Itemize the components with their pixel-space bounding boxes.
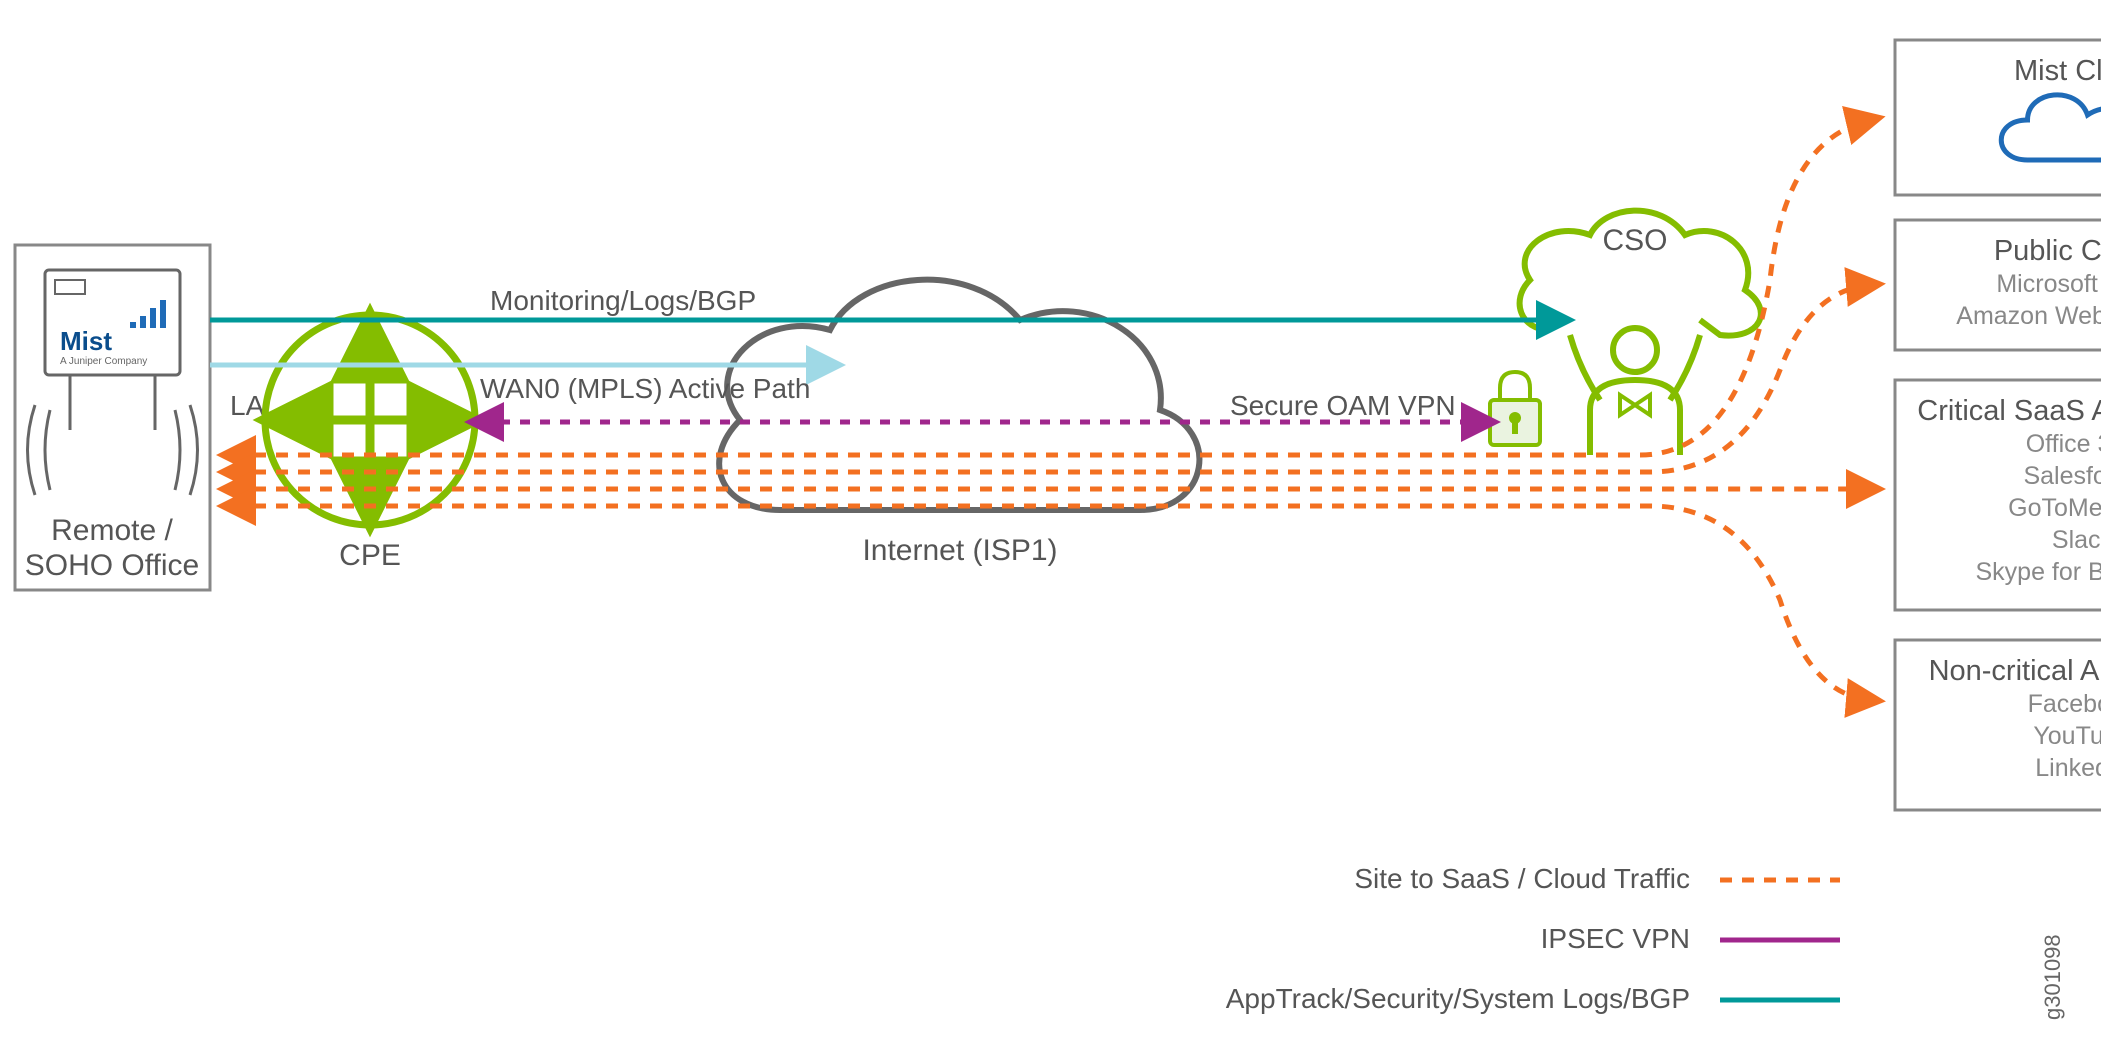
image-id: g301098 (2040, 934, 2065, 1020)
right-box-title-3: Non-critical Applications (1929, 655, 2101, 687)
remote-office-label-1: Remote / (51, 514, 173, 547)
legend-label-0: Site to SaaS / Cloud Traffic (1354, 863, 1690, 894)
right-box-3: Non-critical Applications Facebook YouTube… (1895, 640, 2101, 810)
cso-icon: CSO (1520, 211, 1761, 455)
cpe-label: CPE (339, 539, 401, 572)
right-box-title-1: Public Clouds (1994, 235, 2101, 267)
right-box-1-sub-1: Amazon Web Services (1956, 302, 2101, 330)
right-box-3-sub-2: LinkedIn (2035, 754, 2101, 782)
right-box-2-sub-3: Slack (2052, 526, 2101, 554)
right-box-1-sub-0: Microsoft Azure (1996, 270, 2101, 298)
lock-icon (1490, 372, 1540, 445)
cloud-icon (2001, 95, 2101, 160)
right-box-0: Mist Cloud (1895, 40, 2101, 195)
legend-row-1: IPSEC VPN (1541, 923, 1840, 954)
right-box-1: Public Clouds Microsoft Azure Amazon Web S… (1895, 220, 2101, 350)
right-box-2-sub-2: GoToMeeting (2008, 494, 2101, 522)
right-box-2-sub-1: Salesforce (2023, 462, 2101, 490)
right-box-title-2: Critical SaaS Applications (1917, 395, 2101, 427)
remote-office-label-2: SOHO Office (25, 549, 200, 582)
legend-row-0: Site to SaaS / Cloud Traffic (1354, 863, 1840, 894)
wan0-label: WAN0 (MPLS) Active Path (480, 373, 810, 404)
legend-label-2: AppTrack/Security/System Logs/BGP (1226, 983, 1690, 1014)
right-box-2: Critical SaaS Applications Office 365 Sale… (1895, 380, 2101, 610)
remote-office-box: Mist A Juniper Company Remote / SOHO Off… (15, 245, 210, 590)
mist-logo-text: Mist (60, 326, 112, 356)
mist-logo-sub: A Juniper Company (60, 356, 147, 367)
cpe-icon: CPE (265, 315, 475, 572)
legend-label-1: IPSEC VPN (1541, 923, 1690, 954)
legend-row-2: AppTrack/Security/System Logs/BGP (1226, 983, 1840, 1014)
right-box-2-sub-0: Office 365 (2026, 430, 2101, 458)
right-box-2-sub-4: Skype for Business (1976, 558, 2101, 586)
right-box-3-sub-1: YouTube (2033, 722, 2101, 750)
cso-label: CSO (1602, 224, 1667, 257)
internet-label: Internet (ISP1) (862, 534, 1057, 567)
right-box-3-sub-0: Facebook (2028, 690, 2101, 718)
right-box-title-0: Mist Cloud (2014, 55, 2101, 87)
oam-label: Secure OAM VPN (1230, 390, 1456, 421)
monitoring-label: Monitoring/Logs/BGP (490, 285, 756, 316)
